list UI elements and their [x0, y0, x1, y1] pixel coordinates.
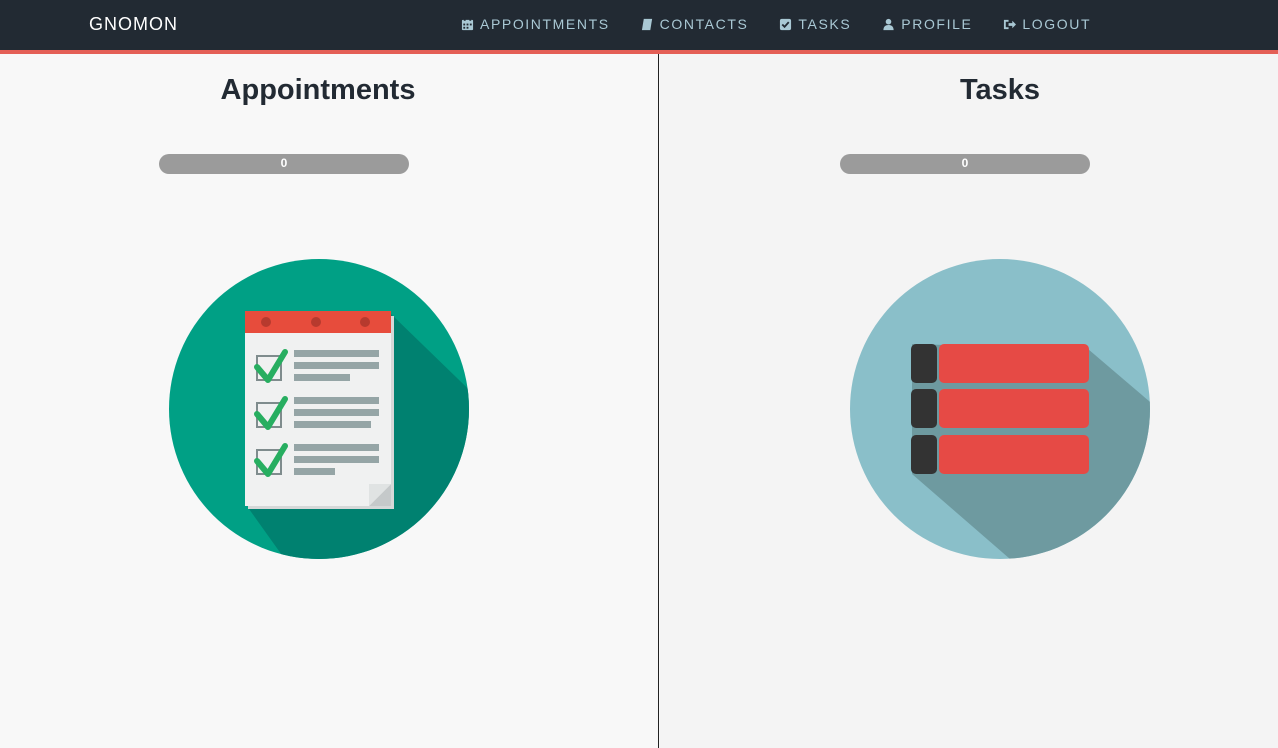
nav-appointments-label: APPOINTMENTS	[480, 16, 610, 32]
calendar-icon	[461, 17, 474, 30]
tasks-progress-bar: 0	[840, 154, 1090, 174]
nav-profile[interactable]: PROFILE	[882, 16, 972, 32]
nav-profile-label: PROFILE	[901, 16, 973, 32]
book-icon	[641, 18, 652, 30]
nav-contacts[interactable]: CONTACTS	[641, 16, 749, 32]
checklist-notepad-icon[interactable]	[169, 259, 469, 559]
check-square-icon	[780, 18, 792, 30]
nav-tasks[interactable]: TASKS	[779, 16, 851, 32]
appointments-title: Appointments	[220, 74, 416, 106]
appointments-progress-bar: 0	[159, 154, 409, 174]
logout-icon	[1004, 19, 1017, 29]
nav-appointments[interactable]: APPOINTMENTS	[461, 16, 610, 32]
tasks-panel: Tasks 0	[660, 54, 1278, 748]
appointments-panel: Appointments 0	[0, 54, 659, 748]
nav-tasks-label: TASKS	[798, 16, 852, 32]
tasks-title: Tasks	[959, 74, 1041, 106]
main-nav: APPOINTMENTS CONTACTS TASKS PROFILE LOGO…	[461, 16, 1122, 32]
brand-logo[interactable]: GNOMON	[89, 14, 178, 35]
top-navbar: GNOMON APPOINTMENTS CONTACTS TASKS PROFI…	[0, 0, 1278, 54]
nav-contacts-label: CONTACTS	[659, 16, 749, 32]
nav-logout-label: LOGOUT	[1022, 16, 1092, 32]
task-list-icon[interactable]	[850, 259, 1150, 559]
nav-logout[interactable]: LOGOUT	[1003, 16, 1091, 32]
user-icon	[883, 18, 894, 30]
